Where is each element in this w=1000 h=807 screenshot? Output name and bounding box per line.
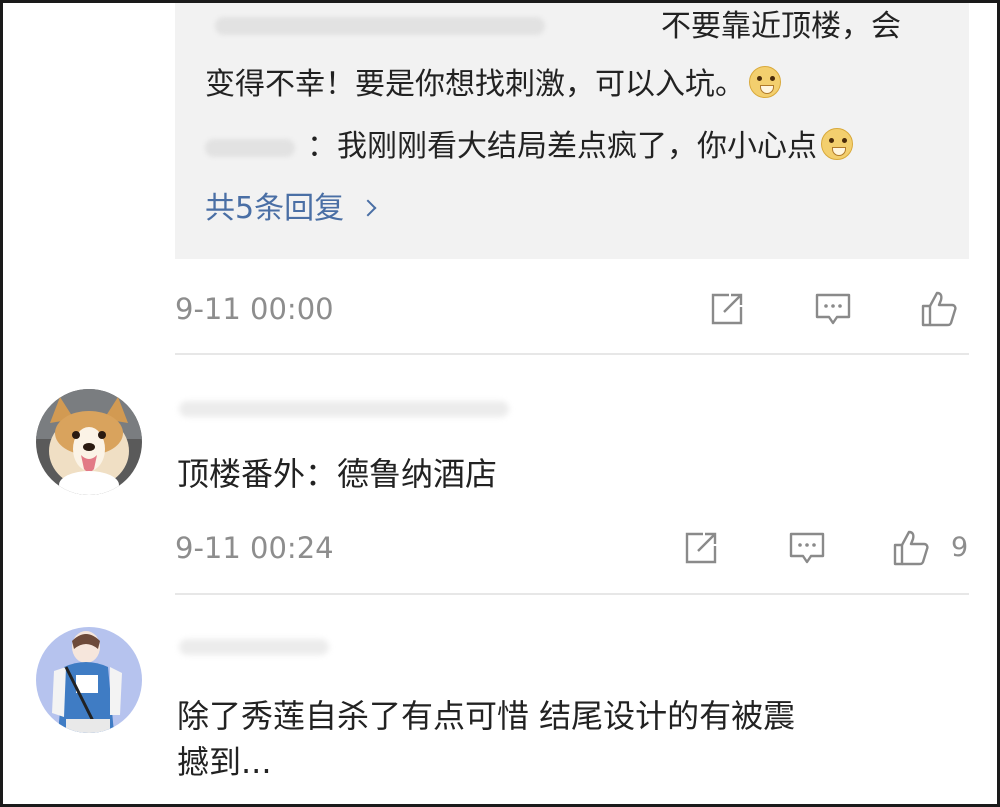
share-icon (685, 532, 717, 564)
thumbs-up-icon (921, 291, 957, 327)
blurred-username (205, 139, 295, 157)
reply-line: ：我刚刚看大结局差点疯了，你小心点 (307, 127, 853, 167)
illustrated-person-avatar-image (36, 627, 142, 733)
blurred-username (179, 401, 509, 417)
comment-button[interactable] (785, 528, 829, 568)
doge-emoji-icon (749, 66, 781, 98)
chevron-right-icon (359, 199, 377, 217)
share-button[interactable] (679, 528, 723, 568)
reply-line: 变得不幸！要是你想找刺激，可以入坑。 (205, 65, 781, 105)
more-replies-label: 共5条回复 (205, 191, 345, 226)
doge-emoji-icon (821, 128, 853, 160)
comment-text-line: 除了秀莲自杀了有点可惜 结尾设计的有被震 (177, 697, 796, 735)
reply-line: 不要靠近顶楼，会 (661, 7, 901, 47)
like-button[interactable] (917, 289, 961, 329)
comment-text: 除了秀莲自杀了有点可惜 结尾设计的有被震 撼到... (177, 693, 795, 785)
blurred-username (179, 639, 329, 655)
divider (175, 353, 969, 355)
share-button[interactable] (705, 289, 749, 329)
corgi-avatar-image (36, 389, 142, 495)
like-count: 9 (951, 532, 969, 563)
thumbs-up-icon (893, 530, 929, 566)
like-button[interactable] (889, 528, 933, 568)
avatar[interactable] (36, 389, 142, 495)
reply-text: 不要靠近顶楼，会 (661, 9, 901, 44)
share-icon (711, 293, 743, 325)
more-replies-link[interactable]: 共5条回复 (205, 189, 377, 229)
reply-text: 变得不幸！要是你想找刺激，可以入坑。 (205, 67, 745, 102)
comment-button[interactable] (811, 289, 855, 329)
reply-preview-box[interactable]: 不要靠近顶楼，会 变得不幸！要是你想找刺激，可以入坑。 ：我刚刚看大结局差点疯了… (175, 3, 969, 259)
blurred-username (215, 17, 545, 35)
reply-text: ：我刚刚看大结局差点疯了，你小心点 (307, 129, 817, 164)
comment-time: 9-11 00:00 (175, 292, 334, 326)
comment-icon (815, 293, 851, 325)
comment-meta-row: 9-11 00:00 (175, 289, 975, 329)
divider (175, 593, 969, 595)
comment-text: 顶楼番外：德鲁纳酒店 (177, 455, 498, 493)
comment-meta-row: 9-11 00:24 9 (175, 528, 975, 568)
comment-feed: 不要靠近顶楼，会 变得不幸！要是你想找刺激，可以入坑。 ：我刚刚看大结局差点疯了… (0, 0, 1000, 807)
avatar[interactable] (36, 627, 142, 733)
comment-time: 9-11 00:24 (175, 531, 334, 565)
comment-text-line: 撼到... (177, 743, 272, 781)
comment-icon (789, 532, 825, 564)
